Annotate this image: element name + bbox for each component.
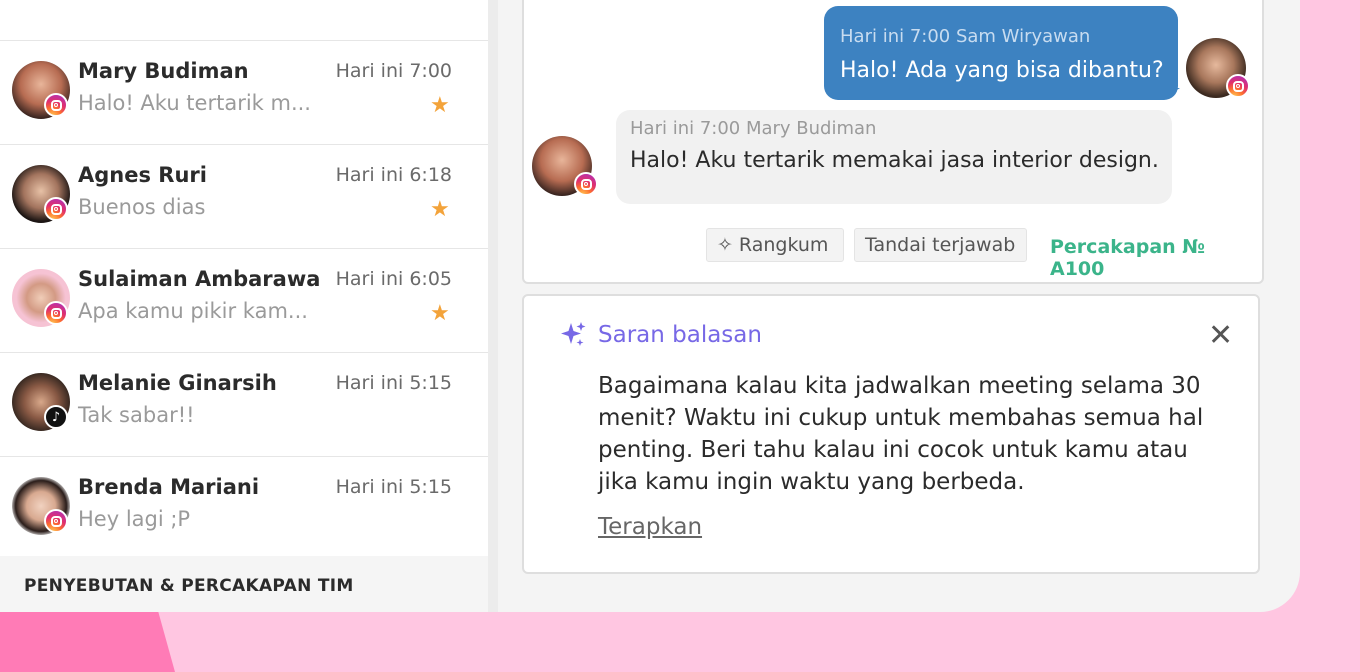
message-meta: Hari ini 7:00 Mary Budiman bbox=[630, 118, 877, 139]
incoming-message: Hari ini 7:00 Mary Budiman Halo! Aku ter… bbox=[616, 110, 1172, 204]
message-time: Hari ini 5:15 bbox=[335, 476, 452, 498]
star-icon[interactable]: ★ bbox=[430, 301, 450, 326]
conversation-list: Mary Budiman Hari ini 7:00 Halo! Aku ter… bbox=[0, 0, 498, 612]
bubble-tail bbox=[1164, 88, 1180, 98]
conversation-item[interactable]: Mary Budiman Hari ini 7:00 Halo! Aku ter… bbox=[0, 41, 488, 145]
message-preview: Apa kamu pikir kam... bbox=[78, 299, 308, 323]
message-preview: Hey lagi ;P bbox=[78, 507, 191, 531]
summarize-button[interactable]: ✧ Rangkum bbox=[706, 228, 844, 262]
star-icon[interactable]: ★ bbox=[430, 197, 450, 222]
section-heading: PENYEBUTAN & PERCAKAPAN TIM bbox=[24, 576, 354, 596]
sparkle-icon bbox=[561, 322, 586, 346]
instagram-icon bbox=[44, 197, 68, 221]
message-time: Hari ini 6:05 bbox=[335, 268, 452, 290]
contact-name: Sulaiman Ambarawa bbox=[78, 267, 321, 291]
suggestion-text: Bagaimana kalau kita jadwalkan meeting s… bbox=[598, 373, 1204, 495]
message-preview: Tak sabar!! bbox=[78, 403, 195, 427]
mark-answered-button[interactable]: Tandai terjawab bbox=[854, 228, 1027, 262]
apply-link[interactable]: Terapkan bbox=[598, 514, 702, 540]
reply-suggestion-card: Saran balasan ✕ Bagaimana kalau kita jad… bbox=[522, 294, 1260, 574]
conversation-item[interactable]: Sulaiman Ambarawa Hari ini 6:05 Apa kamu… bbox=[0, 249, 488, 353]
outgoing-message: Hari ini 7:00 Sam Wiryawan Halo! Ada yan… bbox=[824, 6, 1178, 100]
message-preview: Buenos dias bbox=[78, 195, 206, 219]
instagram-icon bbox=[44, 93, 68, 117]
conversation-item[interactable]: Agnes Ruri Hari ini 6:18 Buenos dias ★ bbox=[0, 145, 488, 249]
conversation-item[interactable]: Brenda Mariani Hari ini 5:15 Hey lagi ;P bbox=[0, 457, 488, 561]
message-preview: Halo! Aku tertarik m... bbox=[78, 91, 311, 115]
close-icon[interactable]: ✕ bbox=[1208, 318, 1233, 353]
sparkle-icon: ✧ bbox=[717, 234, 733, 256]
contact-name: Mary Budiman bbox=[78, 59, 249, 83]
star-icon[interactable]: ★ bbox=[430, 93, 450, 118]
mark-answered-label: Tandai terjawab bbox=[865, 234, 1016, 256]
contact-name: Melanie Ginarsih bbox=[78, 371, 277, 395]
suggestion-title: Saran balasan bbox=[598, 322, 762, 348]
chat-panel: Hari ini 7:00 Sam Wiryawan Halo! Ada yan… bbox=[522, 0, 1264, 284]
tiktok-icon: ♪ bbox=[44, 405, 68, 429]
contact-name: Agnes Ruri bbox=[78, 163, 207, 187]
message-time: Hari ini 7:00 bbox=[335, 60, 452, 82]
conversation-id: Percakapan № A100 bbox=[1050, 236, 1206, 280]
message-text: Halo! Aku tertarik memakai jasa interior… bbox=[630, 148, 1159, 173]
app-window: Mary Budiman Hari ini 7:00 Halo! Aku ter… bbox=[0, 0, 1300, 612]
instagram-icon bbox=[44, 301, 68, 325]
message-meta: Hari ini 7:00 Sam Wiryawan bbox=[840, 26, 1091, 47]
summarize-label: Rangkum bbox=[738, 234, 829, 256]
instagram-icon bbox=[44, 509, 68, 533]
conversation-item[interactable]: ♪ Melanie Ginarsih Hari ini 5:15 Tak sab… bbox=[0, 353, 488, 457]
instagram-icon bbox=[574, 172, 598, 196]
contact-name: Brenda Mariani bbox=[78, 475, 260, 499]
list-header bbox=[0, 0, 488, 41]
message-time: Hari ini 5:15 bbox=[335, 372, 452, 394]
message-time: Hari ini 6:18 bbox=[335, 164, 452, 186]
instagram-icon bbox=[1226, 74, 1250, 98]
message-text: Halo! Ada yang bisa dibantu? bbox=[840, 58, 1164, 83]
